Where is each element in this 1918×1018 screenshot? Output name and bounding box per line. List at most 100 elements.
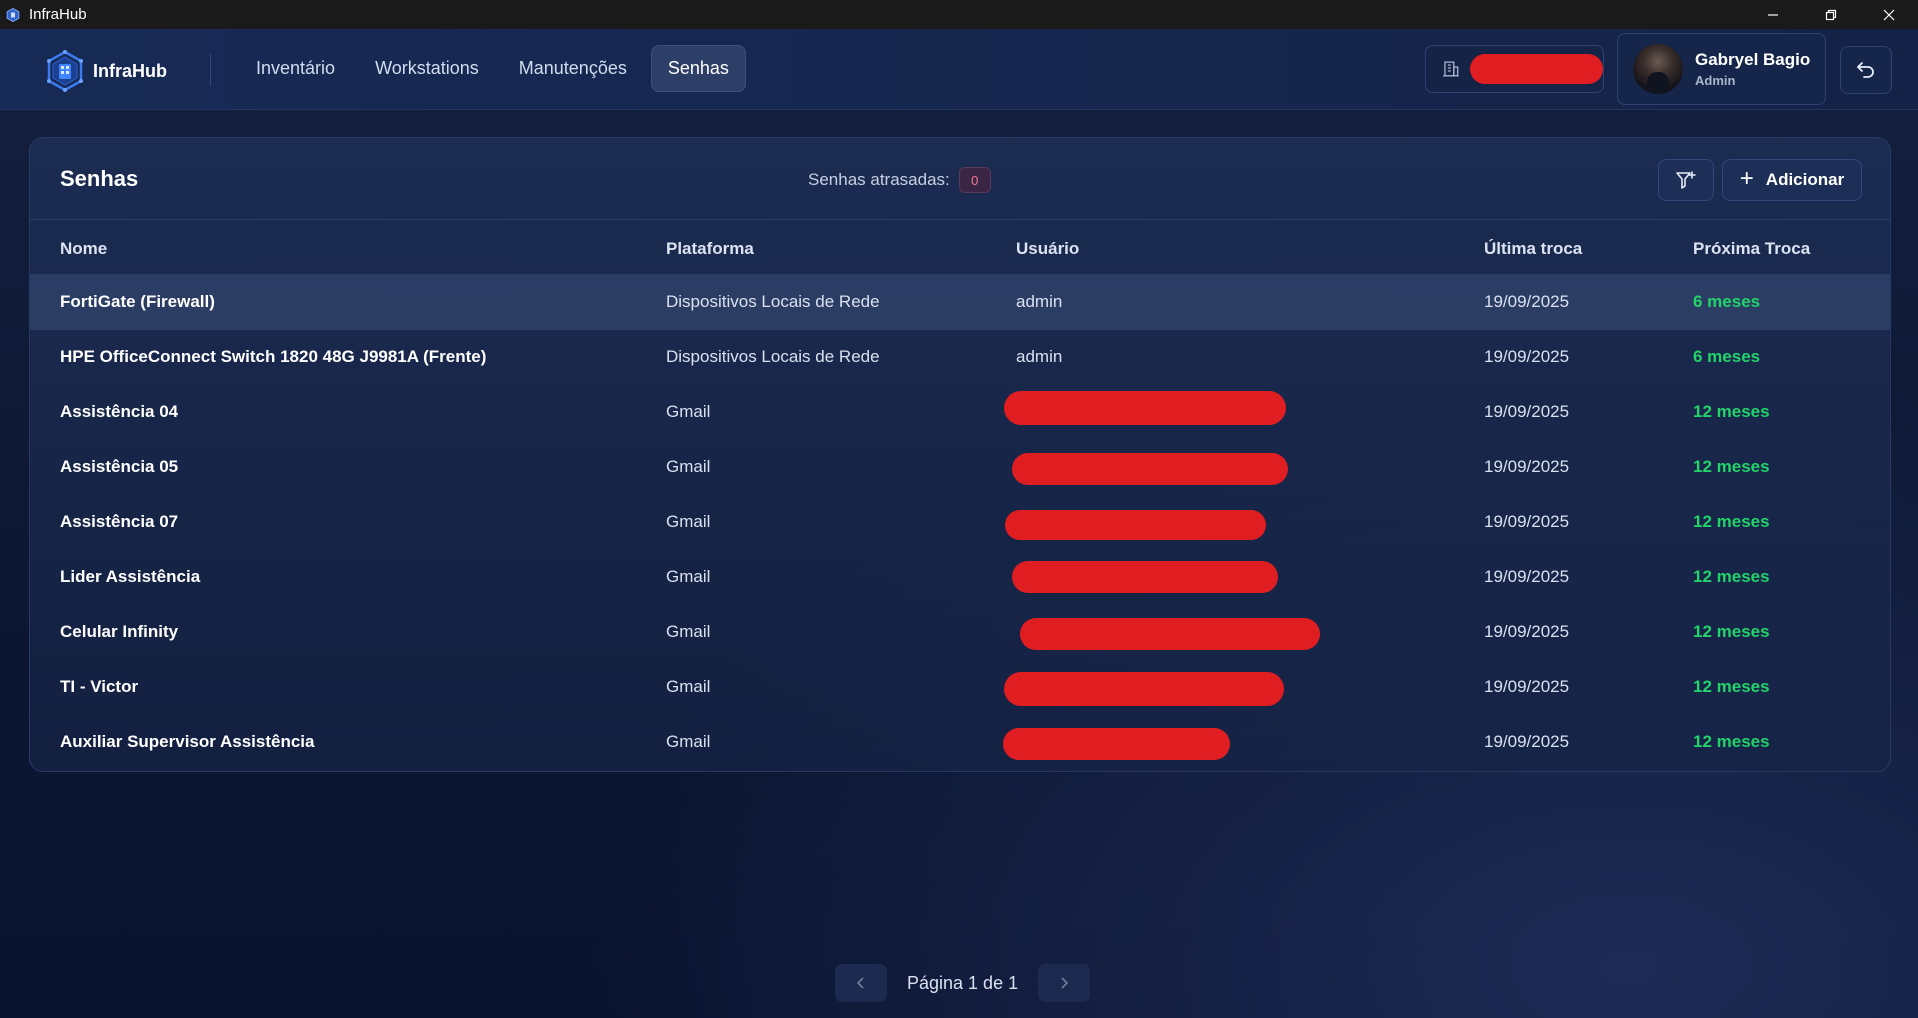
passwords-panel: Senhas Senhas atrasadas: 0 + Adicionar N… (29, 137, 1891, 772)
panel-header: Senhas Senhas atrasadas: 0 + Adicionar (30, 138, 1890, 220)
cell-last-change: 19/09/2025 (1484, 512, 1570, 531)
cell-platform: Gmail (666, 402, 711, 421)
plus-icon: + (1739, 164, 1754, 192)
table-row[interactable]: HPE OfficeConnect Switch 1820 48G J9981A… (30, 330, 1890, 385)
minimize-icon (1768, 13, 1778, 16)
company-selector[interactable] (1425, 45, 1604, 93)
cell-platform: Gmail (666, 732, 711, 751)
prev-page-button[interactable] (835, 964, 887, 1002)
nav-item-senhas[interactable]: Senhas (650, 45, 746, 92)
cell-next-change: 12 meses (1693, 622, 1770, 641)
window-title: InfraHub (29, 6, 87, 23)
pagination: Página 1 de 1 (835, 964, 1091, 1002)
nav-item-manutencoes[interactable]: Manutenções (503, 45, 643, 92)
avatar (1633, 44, 1683, 94)
redacted-user (1004, 672, 1284, 706)
building-icon (1442, 61, 1459, 77)
overdue-label: Senhas atrasadas: (808, 170, 950, 189)
nav-item-inventario[interactable]: Inventário (240, 45, 351, 92)
cell-next-change: 12 meses (1693, 677, 1770, 696)
column-header-nome[interactable]: Nome (60, 239, 107, 259)
add-button-label: Adicionar (1765, 170, 1845, 189)
table-row[interactable]: Assistência 04 Gmail 19/09/2025 12 meses (30, 385, 1890, 440)
table-row[interactable]: Lider Assistência Gmail 19/09/2025 12 me… (30, 550, 1890, 605)
restore-button[interactable] (1802, 0, 1860, 29)
chevron-left-icon (856, 977, 864, 989)
logout-button[interactable] (1840, 46, 1892, 94)
app-header: InfraHub Inventário Workstations Manuten… (0, 29, 1918, 110)
cell-name: Celular Infinity (60, 622, 179, 641)
minimize-button[interactable] (1744, 0, 1802, 29)
cell-platform: Gmail (666, 677, 711, 696)
column-header-proxima-troca[interactable]: Próxima Troca (1693, 239, 1810, 259)
next-page-button[interactable] (1038, 964, 1091, 1002)
overdue-count-badge: 0 (958, 167, 991, 193)
brand-logo[interactable]: InfraHub (43, 49, 167, 93)
cell-next-change: 12 meses (1693, 457, 1770, 476)
add-button[interactable]: + Adicionar (1722, 159, 1862, 201)
cell-platform: Gmail (666, 567, 711, 586)
table-row[interactable]: FortiGate (Firewall) Dispositivos Locais… (30, 275, 1890, 330)
redacted-user (1003, 728, 1230, 760)
infrahub-logo-icon (47, 50, 83, 92)
app-hexagon-icon (6, 7, 20, 22)
cell-name: Lider Assistência (60, 567, 201, 586)
cell-last-change: 19/09/2025 (1484, 622, 1570, 641)
cell-last-change: 19/09/2025 (1484, 402, 1570, 421)
user-role: Admin (1695, 73, 1736, 88)
undo-arrow-icon (1857, 62, 1874, 78)
user-profile[interactable]: Gabryel Bagio Admin (1617, 33, 1826, 105)
cell-platform: Dispositivos Locais de Rede (666, 292, 880, 311)
column-header-usuario[interactable]: Usuário (1016, 239, 1079, 259)
cell-user: admin (1016, 347, 1063, 366)
table-row[interactable]: Celular Infinity Gmail 19/09/2025 12 mes… (30, 605, 1890, 660)
overdue-summary: Senhas atrasadas: 0 (808, 167, 991, 193)
header-divider (210, 54, 211, 86)
page-indicator: Página 1 de 1 (907, 972, 1019, 993)
table-row[interactable]: Assistência 07 Gmail 19/09/2025 12 meses (30, 495, 1890, 550)
cell-last-change: 19/09/2025 (1484, 347, 1570, 366)
cell-next-change: 6 meses (1693, 347, 1761, 366)
close-icon (1883, 9, 1895, 20)
cell-last-change: 19/09/2025 (1484, 567, 1570, 586)
redacted-user (1012, 453, 1288, 485)
chevron-right-icon (1061, 977, 1069, 989)
close-button[interactable] (1860, 0, 1918, 29)
cell-last-change: 19/09/2025 (1484, 732, 1570, 751)
user-name: Gabryel Bagio (1695, 50, 1811, 69)
cell-name: Auxiliar Supervisor Assistência (60, 732, 315, 751)
cell-name: Assistência 05 (60, 457, 179, 476)
main-nav: Inventário Workstations Manutenções Senh… (240, 45, 754, 92)
nav-item-workstations[interactable]: Workstations (359, 45, 495, 92)
cell-name: Assistência 04 (60, 402, 179, 421)
cell-platform: Gmail (666, 622, 711, 641)
cell-next-change: 12 meses (1693, 402, 1770, 421)
cell-platform: Gmail (666, 457, 711, 476)
cell-name: HPE OfficeConnect Switch 1820 48G J9981A… (60, 347, 487, 366)
cell-name: TI - Victor (60, 677, 139, 696)
column-header-plataforma[interactable]: Plataforma (666, 239, 754, 259)
restore-icon (1825, 9, 1837, 20)
window-titlebar: InfraHub (0, 0, 1918, 29)
column-header-ultima-troca[interactable]: Última troca (1484, 239, 1582, 259)
redacted-user (1005, 510, 1266, 540)
cell-platform: Gmail (666, 512, 711, 531)
cell-last-change: 19/09/2025 (1484, 457, 1570, 476)
cell-name: Assistência 07 (60, 512, 179, 531)
filter-button[interactable] (1658, 159, 1714, 201)
cell-last-change: 19/09/2025 (1484, 292, 1570, 311)
page-title: Senhas (60, 166, 139, 191)
cell-next-change: 6 meses (1693, 292, 1761, 311)
cell-next-change: 12 meses (1693, 567, 1770, 586)
cell-user: admin (1016, 292, 1063, 311)
table-row[interactable]: TI - Victor Gmail 19/09/2025 12 meses (30, 660, 1890, 715)
cell-name: FortiGate (Firewall) (60, 292, 215, 311)
cell-last-change: 19/09/2025 (1484, 677, 1570, 696)
table-row[interactable]: Assistência 05 Gmail 19/09/2025 12 meses (30, 440, 1890, 495)
redacted-user (1012, 561, 1278, 593)
table-row[interactable]: Auxiliar Supervisor Assistência Gmail 19… (30, 715, 1890, 770)
cell-next-change: 12 meses (1693, 512, 1770, 531)
brand-name: InfraHub (93, 60, 167, 81)
cell-platform: Dispositivos Locais de Rede (666, 347, 880, 366)
redacted-company-name (1469, 54, 1603, 84)
